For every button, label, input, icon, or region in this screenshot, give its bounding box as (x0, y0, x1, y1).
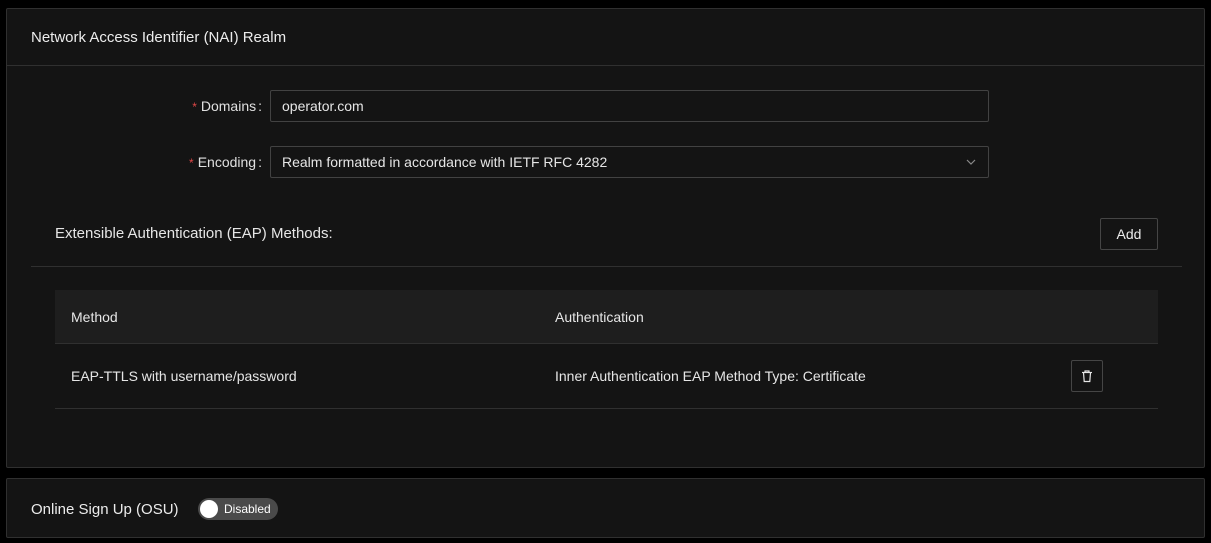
nai-realm-header: Network Access Identifier (NAI) Realm (7, 9, 1204, 66)
column-header-method: Method (71, 308, 118, 325)
nai-realm-card: Network Access Identifier (NAI) Realm * D… (6, 8, 1205, 468)
encoding-select-value: Realm formatted in accordance with IETF … (282, 154, 608, 170)
trash-icon (1082, 370, 1092, 383)
column-header-authentication: Authentication (555, 308, 644, 325)
osu-toggle[interactable]: Disabled (198, 498, 278, 520)
cell-method: EAP-TTLS with username/password (71, 368, 297, 384)
chevron-down-icon (966, 159, 976, 165)
osu-title: Online Sign Up (OSU) (31, 500, 179, 518)
domains-input[interactable]: operator.com (270, 90, 989, 122)
nai-realm-title: Network Access Identifier (NAI) Realm (31, 28, 287, 46)
domains-row: * Domains: operator.com (7, 90, 1204, 122)
domains-required-mark: * (192, 100, 197, 114)
encoding-row: * Encoding: Realm formatted in accordance… (7, 146, 1204, 178)
eap-divider (31, 266, 1182, 267)
osu-card: Online Sign Up (OSU) Disabled (6, 478, 1205, 538)
domains-input-value: operator.com (282, 98, 364, 114)
osu-toggle-label: Disabled (224, 502, 271, 516)
table-header: Method Authentication (55, 290, 1158, 344)
encoding-label: * Encoding: (189, 154, 262, 170)
table-row: EAP-TTLS with username/password Inner Au… (55, 344, 1158, 409)
cell-authentication: Inner Authentication EAP Method Type: Ce… (555, 368, 866, 384)
encoding-required-mark: * (189, 156, 194, 170)
eap-methods-title: Extensible Authentication (EAP) Methods: (55, 225, 333, 242)
eap-methods-table: Method Authentication EAP-TTLS with user… (55, 290, 1158, 409)
encoding-select[interactable]: Realm formatted in accordance with IETF … (270, 146, 989, 178)
delete-eap-method-button[interactable] (1071, 360, 1103, 392)
add-eap-method-button[interactable]: Add (1100, 218, 1158, 250)
domains-label: * Domains: (192, 98, 262, 114)
toggle-knob (200, 500, 218, 518)
